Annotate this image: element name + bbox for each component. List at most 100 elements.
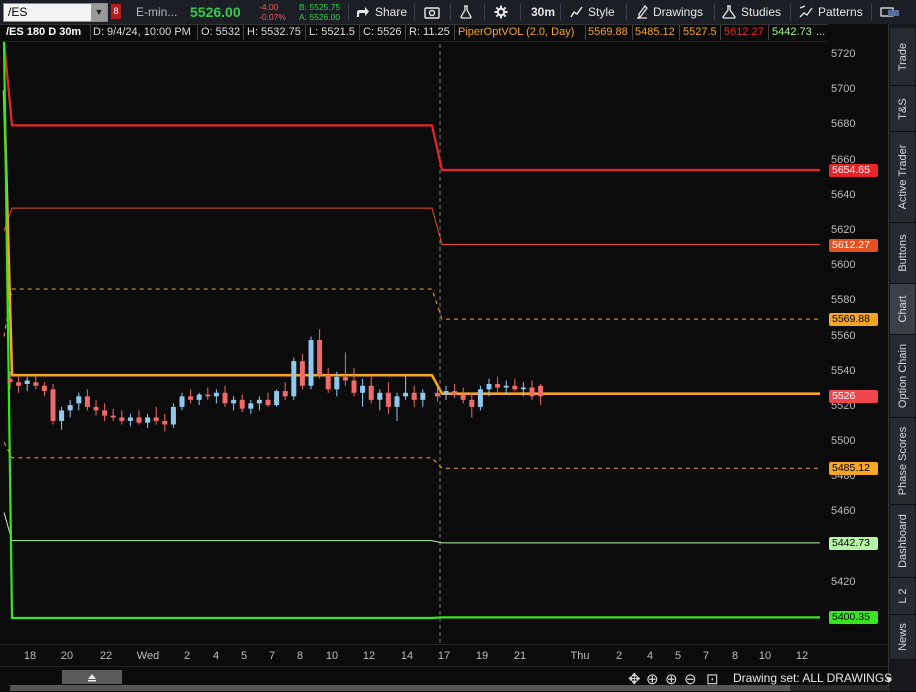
horizontal-scrollbar[interactable] bbox=[10, 685, 888, 691]
separator bbox=[626, 3, 627, 21]
candle-body bbox=[127, 417, 133, 421]
time-tick: 4 bbox=[646, 650, 654, 662]
separator bbox=[560, 3, 561, 21]
bar-low: L: 5521.5 bbox=[309, 26, 355, 38]
candle-body bbox=[145, 417, 151, 423]
candle-body bbox=[162, 420, 168, 425]
scroll-to-end-button[interactable] bbox=[62, 670, 122, 684]
upper-band-2 bbox=[3, 207, 820, 246]
tab-active-trader[interactable]: Active Trader bbox=[890, 132, 915, 223]
tab-news[interactable]: News bbox=[890, 615, 915, 660]
time-tick: 20 bbox=[60, 650, 74, 662]
candle-body bbox=[50, 389, 56, 421]
tab-phase-scores[interactable]: Phase Scores bbox=[890, 418, 915, 505]
gear-icon bbox=[494, 5, 508, 19]
style-label: Style bbox=[588, 5, 615, 19]
candle-body bbox=[239, 399, 245, 409]
candle-body bbox=[136, 417, 142, 423]
studies-button[interactable]: Studies bbox=[722, 0, 781, 24]
candle-body bbox=[196, 394, 202, 400]
info-overflow[interactable]: ... bbox=[816, 26, 825, 38]
chart-title: /ES 180 D 30m bbox=[6, 26, 82, 38]
tab-trade[interactable]: Trade bbox=[890, 28, 915, 86]
share-label: Share bbox=[375, 5, 408, 19]
price-tick: 5640 bbox=[831, 188, 856, 201]
candle-body bbox=[102, 410, 108, 416]
price-tick: 5700 bbox=[831, 83, 856, 96]
separator bbox=[720, 25, 721, 40]
study-name[interactable]: PiperOptVOL (2.0, Day) bbox=[458, 26, 574, 38]
settings-button[interactable] bbox=[494, 0, 513, 24]
tab-option-chain[interactable]: Option Chain bbox=[890, 335, 915, 418]
chart-area[interactable] bbox=[0, 40, 828, 644]
tab-buttons[interactable]: Buttons bbox=[890, 223, 915, 284]
bar-range: R: 11.25 bbox=[409, 26, 450, 38]
tab-dashboard[interactable]: Dashboard bbox=[890, 505, 915, 578]
percent-change: -0.07% bbox=[259, 12, 286, 22]
candle-body bbox=[334, 376, 340, 390]
tab-level-2[interactable]: L 2 bbox=[890, 578, 915, 615]
flask-button[interactable] bbox=[460, 0, 477, 24]
candle-body bbox=[67, 405, 73, 411]
symbol-input[interactable]: /ES ▼ bbox=[3, 3, 108, 22]
separator bbox=[405, 25, 406, 40]
candle-body bbox=[317, 340, 323, 376]
separator bbox=[679, 25, 680, 40]
candle-body bbox=[248, 403, 254, 409]
symbol-flag[interactable]: 8 bbox=[111, 4, 121, 19]
time-tick: 7 bbox=[268, 650, 276, 662]
tab-chart[interactable]: Chart bbox=[890, 284, 915, 335]
candle-body bbox=[486, 384, 492, 390]
candle-body bbox=[460, 394, 466, 400]
price-label: 5442.73 bbox=[829, 536, 878, 550]
candle-body bbox=[59, 410, 65, 421]
separator bbox=[520, 3, 521, 21]
link-icon bbox=[880, 7, 899, 17]
bar-high: H: 5532.75 bbox=[247, 26, 301, 38]
drawings-button[interactable]: Drawings bbox=[636, 0, 703, 24]
candle-body bbox=[377, 392, 383, 400]
price-chart[interactable] bbox=[0, 40, 828, 644]
link-button[interactable] bbox=[880, 0, 905, 24]
price-tick: 5580 bbox=[831, 294, 856, 307]
bar-date: D: 9/4/24, 10:00 PM bbox=[93, 26, 191, 38]
price-label: 5485.12 bbox=[829, 462, 878, 476]
study-value-2: 5485.12 bbox=[635, 26, 675, 38]
scrollbar-thumb[interactable] bbox=[10, 685, 790, 691]
price-label: 5612.27 bbox=[829, 238, 878, 252]
candle-body bbox=[420, 392, 426, 400]
time-tick: 4 bbox=[212, 650, 220, 662]
tab-time-and-sales[interactable]: T&S bbox=[890, 86, 915, 132]
price-axis[interactable]: 5720 5700 5680 5660 5640 5620 5600 5580 5560 5540… bbox=[828, 24, 888, 646]
candle-body bbox=[205, 394, 211, 397]
price-tick: 5460 bbox=[831, 505, 856, 518]
share-button[interactable]: Share bbox=[356, 0, 407, 24]
candle-body bbox=[443, 391, 449, 395]
study-value-1: 5569.88 bbox=[588, 26, 628, 38]
snapshot-button[interactable] bbox=[424, 0, 445, 24]
drawing-set-label[interactable]: Drawing set: ALL DRAWINGS bbox=[733, 671, 892, 685]
candle-body bbox=[179, 396, 185, 407]
timeframe-button[interactable]: 30m bbox=[531, 0, 555, 24]
time-tick: 14 bbox=[400, 650, 414, 662]
candle-body bbox=[24, 380, 30, 385]
lower-band-3 bbox=[2, 40, 820, 620]
patterns-label: Patterns bbox=[818, 5, 863, 19]
candle-body bbox=[469, 399, 475, 407]
candle-body bbox=[529, 387, 535, 397]
candle-body bbox=[282, 391, 288, 397]
candle-body bbox=[512, 385, 518, 390]
patterns-button[interactable]: Patterns bbox=[799, 0, 863, 24]
time-tick: 12 bbox=[362, 650, 376, 662]
time-tick: 18 bbox=[23, 650, 37, 662]
study-value-4: 5612.27 bbox=[724, 26, 764, 38]
price-tick: 5600 bbox=[831, 259, 856, 272]
study-lines bbox=[2, 40, 820, 644]
chevron-down-icon[interactable]: ▼ bbox=[91, 4, 107, 21]
time-tick: 8 bbox=[296, 650, 304, 662]
style-button[interactable]: Style bbox=[570, 0, 615, 24]
time-tick: Wed bbox=[136, 650, 160, 662]
chart-info-bar: /ES 180 D 30m D: 9/4/24, 10:00 PM O: 553… bbox=[2, 25, 827, 42]
time-axis[interactable]: 18 20 22 Wed 2 4 5 7 8 10 12 14 17 19 21 Thu 2 4 5 7 8 10 12 bbox=[0, 644, 888, 667]
candle-body bbox=[76, 396, 82, 404]
